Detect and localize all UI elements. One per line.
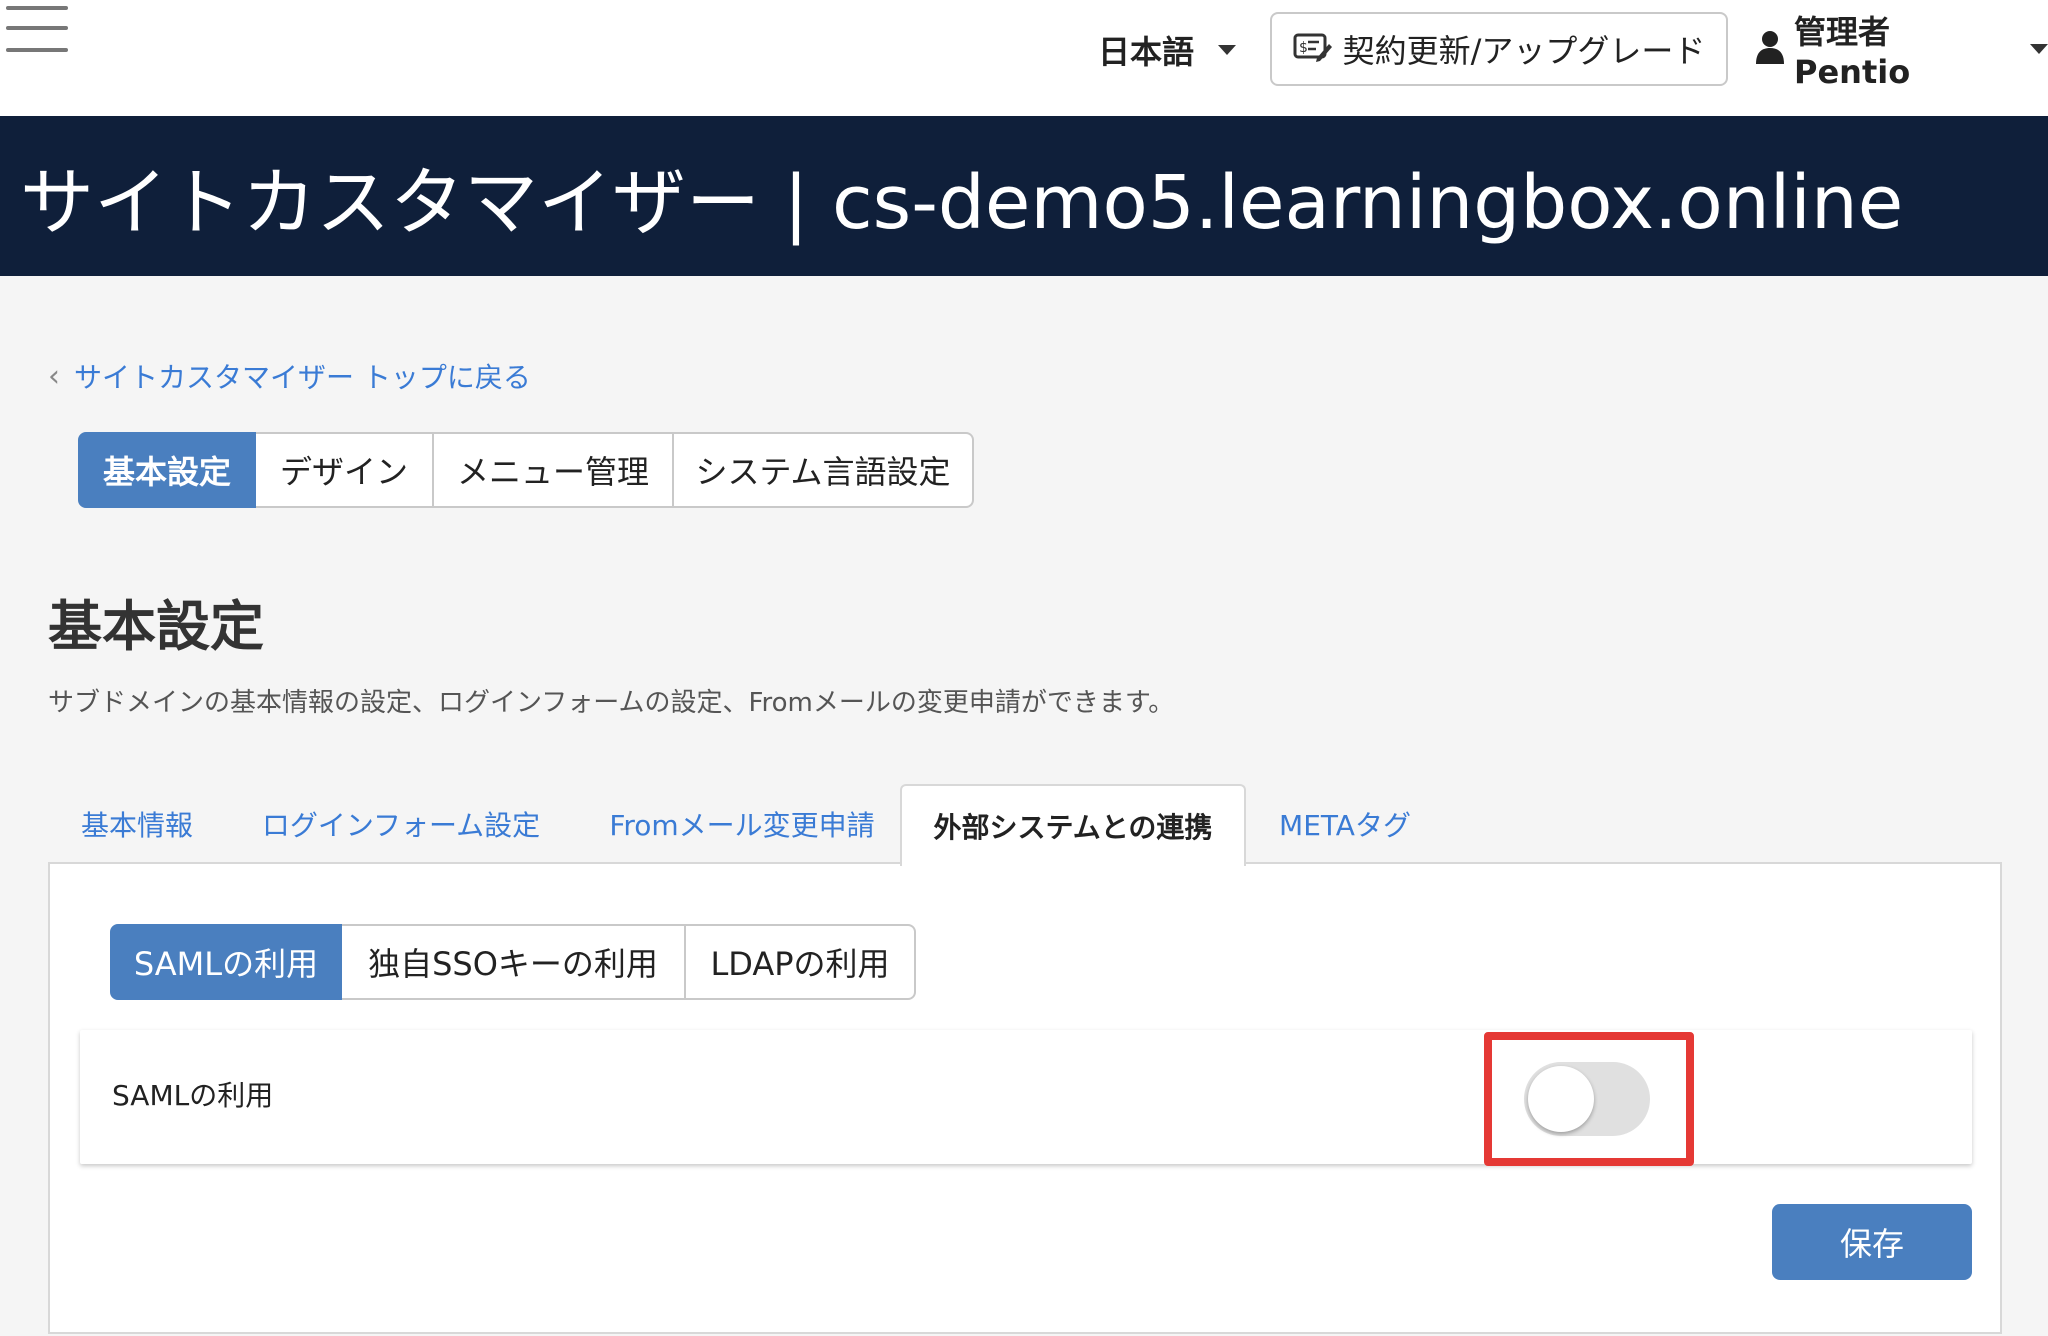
tab-label: システム言語設定	[695, 453, 951, 491]
subtab-meta-tags[interactable]: METAタグ	[1260, 784, 1430, 864]
tab-design[interactable]: デザイン	[256, 432, 434, 508]
saml-toggle-switch[interactable]	[1524, 1062, 1650, 1136]
page-title: サイトカスタマイザー | cs-demo5.learningbox.online	[20, 159, 1904, 246]
integration-panel: SAMLの利用 独自SSOキーの利用 LDAPの利用 SAMLの利用 保存	[48, 862, 2002, 1334]
tab-label: SAMLの利用	[133, 945, 319, 983]
user-menu[interactable]: 管理者 Pentio	[1756, 13, 2048, 91]
tab-basic-settings[interactable]: 基本設定	[78, 432, 256, 508]
upgrade-label: 契約更新/アップグレード	[1342, 32, 1706, 70]
sub-tabs: 基本情報 ログインフォーム設定 Fromメール変更申請 外部システムとの連携 M…	[48, 784, 2002, 866]
tab-system-language[interactable]: システム言語設定	[674, 432, 974, 508]
user-icon	[1756, 30, 1784, 68]
saml-setting-label: SAMLの利用	[112, 1079, 274, 1112]
back-to-top-link[interactable]: ‹ サイトカスタマイザー トップに戻る	[48, 356, 531, 396]
caret-down-icon	[2030, 44, 2048, 54]
save-button[interactable]: 保存	[1772, 1204, 1972, 1280]
subtab-label: 外部システムとの連携	[933, 811, 1213, 844]
tab-label: メニュー管理	[456, 453, 649, 491]
subtab-label: 基本情報	[80, 809, 193, 842]
svg-text:$: $	[1299, 40, 1308, 56]
back-link-label: サイトカスタマイザー トップに戻る	[74, 361, 531, 394]
contract-edit-icon: $	[1293, 30, 1333, 68]
tab-menu-management[interactable]: メニュー管理	[434, 432, 674, 508]
upgrade-button[interactable]: $ 契約更新/アップグレード	[1270, 12, 1728, 86]
language-selector[interactable]: 日本語	[1098, 24, 1237, 76]
caret-down-icon	[1218, 45, 1237, 55]
chevron-left-icon: ‹	[48, 358, 60, 394]
subtab-basic-info[interactable]: 基本情報	[48, 784, 226, 864]
save-label: 保存	[1839, 1225, 1904, 1263]
section-description: サブドメインの基本情報の設定、ログインフォームの設定、Fromメールの変更申請が…	[48, 688, 1175, 718]
tab-label: 独自SSOキーの利用	[368, 945, 658, 983]
main-tabs: 基本設定 デザイン メニュー管理 システム言語設定	[78, 432, 974, 508]
user-label: 管理者 Pentio	[1794, 13, 1911, 91]
tab-label: 基本設定	[102, 453, 231, 491]
top-header: 日本語 $ 契約更新/アップグレード 管理者 Pentio	[0, 0, 2048, 116]
tab-saml[interactable]: SAMLの利用	[110, 924, 342, 1000]
integration-tabs: SAMLの利用 独自SSOキーの利用 LDAPの利用	[110, 924, 916, 1000]
language-label: 日本語	[1098, 33, 1195, 71]
toggle-knob	[1528, 1066, 1594, 1132]
subtab-login-form[interactable]: ログインフォーム設定	[242, 784, 560, 864]
tab-label: LDAPの利用	[710, 945, 890, 983]
tab-custom-sso[interactable]: 独自SSOキーの利用	[342, 924, 686, 1000]
subtab-external-integration[interactable]: 外部システムとの連携	[900, 784, 1246, 866]
subtab-label: ログインフォーム設定	[261, 809, 541, 842]
title-bar: サイトカスタマイザー | cs-demo5.learningbox.online	[0, 116, 2048, 276]
tab-ldap[interactable]: LDAPの利用	[686, 924, 916, 1000]
subtab-label: METAタグ	[1279, 809, 1411, 842]
section-title: 基本設定	[48, 595, 264, 658]
tab-label: デザイン	[279, 453, 408, 491]
subtab-from-mail[interactable]: Fromメール変更申請	[578, 784, 906, 864]
subtab-label: Fromメール変更申請	[609, 809, 875, 842]
hamburger-menu-icon[interactable]	[6, 2, 68, 54]
